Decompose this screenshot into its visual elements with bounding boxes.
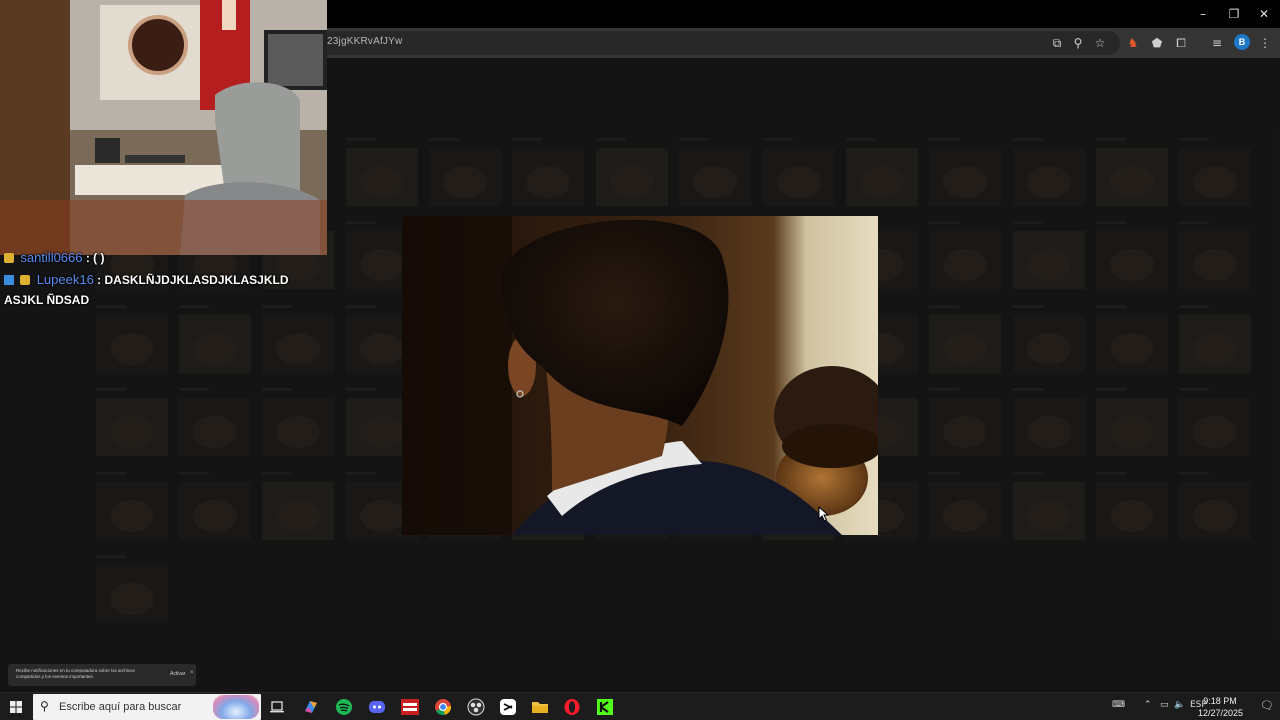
windows-taskbar: ⚲ Escribe aquí para buscar ⌨ ⌃ ▭ 🔈 ESP 9… [0,692,1280,720]
chat-message: Lupeek16 : DASKLÑJDJKLASDJKLASJKLD ASJKL… [0,270,300,310]
windows-start-button[interactable] [0,693,32,720]
gift-badge-icon [20,275,31,285]
stream-chat: santill0666 : ( ) Lupeek16 : DASKLÑJDJKL… [0,248,330,308]
photo-image [402,216,878,535]
mouse-cursor-icon [818,506,830,522]
toast-close-icon[interactable]: × [190,670,194,676]
extension-fox-icon[interactable]: ♞ [1124,34,1142,52]
search-placeholder: Escribe aquí para buscar [59,701,182,713]
spotify-icon[interactable] [334,697,354,717]
streamer-webcam [0,0,327,255]
toast-message: Recibe notificaciones en tu computadora … [16,668,135,679]
taskbar-search-input[interactable]: ⚲ Escribe aquí para buscar [33,694,261,720]
restore-button[interactable]: ❐ [1219,4,1249,24]
extensions-puzzle-icon[interactable]: ⧠ [1172,34,1190,52]
volume-icon[interactable]: 🔈 [1174,700,1185,710]
chevron-up-icon[interactable]: ⌃ [1144,700,1152,710]
network-icon[interactable]: ▭ [1160,700,1169,710]
gift-badge-icon [4,253,14,263]
lightbox-photo[interactable] [402,216,878,535]
keyboard-icon[interactable]: ⌨ [1112,700,1125,710]
verified-badge-icon [4,275,14,285]
voicemod-icon[interactable] [400,697,420,717]
profile-icon[interactable]: B [1234,34,1250,50]
search-icon: ⚲ [40,699,49,713]
file-explorer-icon[interactable] [530,697,550,717]
screen: – ❐ ✕ 23jgKKRvAfJYw ⧉ ⚲ ☆ ♞ ⬟ ⧠ ≡ B ⋮ sa… [0,0,1280,720]
toast-activate-button[interactable]: Activar [170,671,185,677]
chat-username[interactable]: santill0666 [20,250,82,265]
chat-message: santill0666 : ( ) [0,248,330,268]
copilot-icon[interactable] [301,697,321,717]
zoom-icon[interactable]: ⚲ [1069,34,1087,52]
webcam-feed [0,0,327,255]
system-tray: ⌨ ⌃ ▭ 🔈 ESP 9:18 PM 12/27/2025 🗨 [1110,693,1280,720]
media-controls-icon[interactable]: ≡ [1208,34,1226,52]
cast-icon[interactable]: ⧉ [1048,34,1066,52]
windows-logo-icon [10,701,22,713]
extension-shield-icon[interactable]: ⬟ [1148,34,1166,52]
opera-icon[interactable] [562,697,582,717]
address-bar-url[interactable]: 23jgKKRvAfJYw [327,36,402,47]
notification-toast: Recibe notificaciones en tu computadora … [8,664,196,686]
menu-kebab-icon[interactable]: ⋮ [1256,34,1274,52]
minimize-button[interactable]: – [1188,4,1218,24]
clock-time[interactable]: 9:18 PM [1198,696,1242,706]
task-view-icon[interactable] [267,697,287,717]
capcut-icon[interactable] [498,697,518,717]
search-highlight-art [213,695,259,719]
bookmark-star-icon[interactable]: ☆ [1091,34,1109,52]
close-button[interactable]: ✕ [1249,4,1279,24]
kick-icon[interactable] [595,697,615,717]
obs-icon[interactable] [466,697,486,717]
chrome-icon[interactable] [433,697,453,717]
chat-username[interactable]: Lupeek16 [37,272,94,287]
clock-date[interactable]: 12/27/2025 [1198,708,1243,718]
notification-center-icon[interactable]: 🗨 [1260,699,1274,712]
chat-text: : ( ) [85,251,105,265]
discord-icon[interactable] [367,697,387,717]
